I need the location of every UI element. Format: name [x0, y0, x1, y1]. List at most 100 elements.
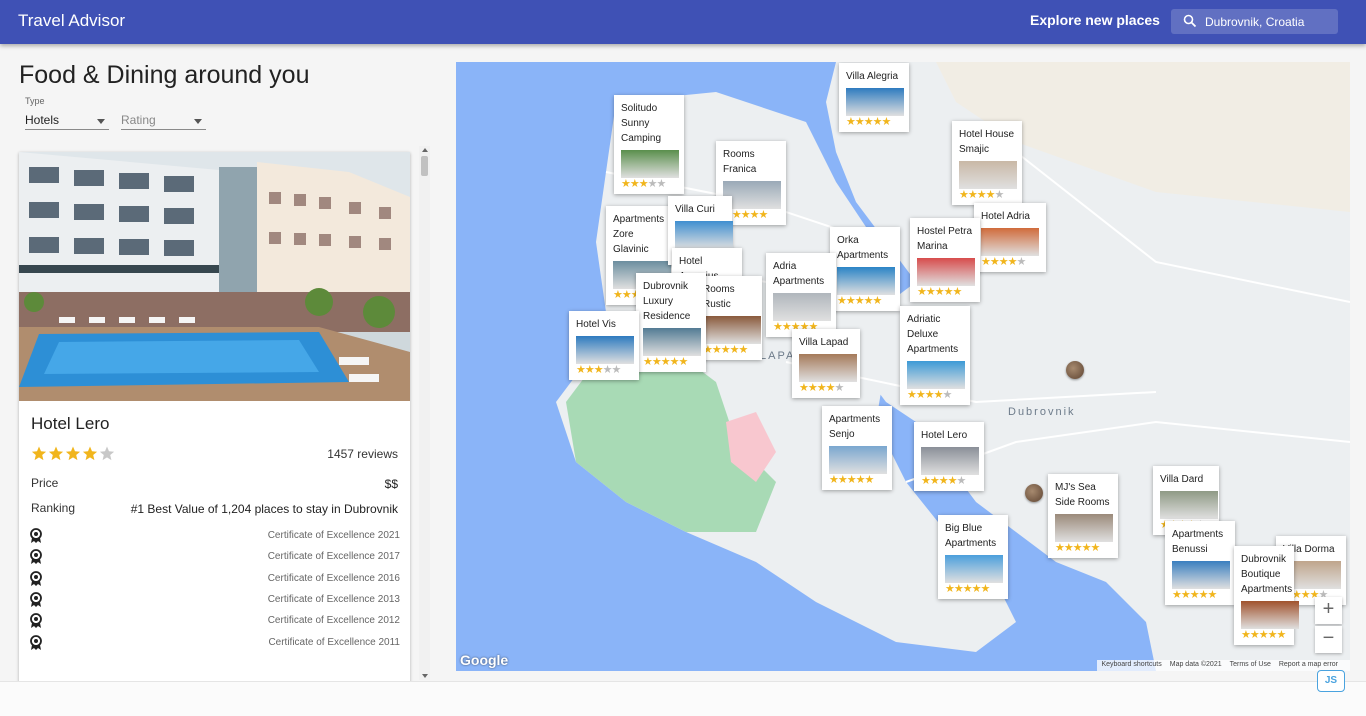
zoom-in-button[interactable]: + [1315, 597, 1342, 624]
certificate-row: Certificate of Excellence 2016 [29, 570, 400, 587]
certificate-label: Certificate of Excellence 2012 [267, 615, 400, 627]
marker-rating: ★★★★★ [829, 474, 874, 486]
search-box[interactable] [1171, 9, 1338, 34]
location-pin-icon[interactable] [1025, 484, 1043, 502]
map-marker-card[interactable]: Big Blue Apartments ★★★★★ [938, 515, 1008, 599]
bottom-bar [0, 681, 1366, 716]
marker-name: Adriatic Deluxe Apartments [907, 314, 959, 355]
marker-rating: ★★★★★ [576, 364, 621, 376]
attribution-link[interactable]: Keyboard shortcuts [1101, 661, 1161, 668]
map-marker-card[interactable]: Solitudo Sunny Camping ★★★★★ [614, 95, 684, 194]
marker-rating: ★★★★★ [643, 356, 688, 368]
marker-name: Dubrovnik Luxury Residence [643, 281, 691, 322]
page-title: Food & Dining around you [19, 61, 310, 89]
chevron-down-icon [97, 119, 105, 124]
map-marker-card[interactable]: Villa Lapad ★★★★★ [792, 329, 860, 398]
marker-photo [799, 354, 857, 382]
map-marker-card[interactable]: Orka Apartments ★★★★★ [830, 227, 900, 311]
marker-rating: ★★★★★ [846, 116, 891, 128]
marker-rating: ★★★★★ [1172, 589, 1217, 601]
marker-name: Apartments Senjo [829, 414, 881, 440]
marker-photo [1055, 514, 1113, 542]
map-marker-card[interactable]: Adria Apartments ★★★★★ [766, 253, 836, 337]
certificate-label: Certificate of Excellence 2011 [268, 636, 400, 648]
marker-name: Villa Lapad [799, 337, 849, 348]
marker-photo [1241, 601, 1299, 629]
location-pin-icon[interactable] [1066, 361, 1084, 379]
marker-photo [576, 336, 634, 364]
marker-name: Villa Alegria [846, 71, 899, 82]
js-mastery-logo: JS [1317, 670, 1345, 692]
type-select-label: Type [25, 96, 45, 106]
google-logo: Google [460, 652, 509, 668]
certificate-label: Certificate of Excellence 2017 [267, 551, 400, 563]
marker-name: MJ's Sea Side Rooms [1055, 482, 1110, 508]
price-label: Price [31, 476, 59, 490]
map-marker-card[interactable]: Hotel Lero ★★★★★ [914, 422, 984, 491]
marker-name: Dubrovnik Boutique Apartments [1241, 554, 1293, 595]
award-icon [30, 634, 42, 650]
attribution-link[interactable]: Map data ©2021 [1170, 661, 1222, 668]
scrollbar-thumb[interactable] [421, 156, 428, 176]
star-icon [65, 446, 81, 461]
award-icon [30, 570, 42, 586]
attribution-link[interactable]: Report a map error [1279, 661, 1338, 668]
place-photo [19, 152, 410, 401]
star-icon [48, 446, 64, 461]
map-marker-card[interactable]: Hotel Adria ★★★★★ [974, 203, 1046, 272]
marker-photo [675, 221, 733, 249]
search-input[interactable] [1205, 13, 1333, 31]
map-marker-card[interactable]: Dubrovnik Boutique Apartments ★★★★★ [1234, 546, 1299, 645]
map-marker-card[interactable]: Villa Alegria ★★★★★ [839, 63, 909, 132]
rating-select[interactable]: Rating [121, 110, 206, 130]
place-card[interactable]: Hotel Lero 1457 reviews Price $$ Ranking… [19, 152, 410, 682]
certificate-row: Certificate of Excellence 2011 [29, 634, 400, 651]
certificate-row: Certificate of Excellence 2021 [29, 528, 400, 544]
marker-rating: ★★★★★ [799, 382, 844, 394]
scroll-down-icon[interactable] [422, 674, 428, 678]
certificate-row: Certificate of Excellence 2013 [29, 591, 400, 608]
marker-rating: ★★★★★ [1241, 629, 1286, 641]
marker-name: Rooms Rustic [703, 284, 735, 310]
app-title: Travel Advisor [18, 11, 126, 30]
marker-rating: ★★★★★ [837, 295, 882, 307]
scroll-up-icon[interactable] [422, 148, 428, 152]
marker-photo [907, 361, 965, 389]
map-marker-card[interactable]: Dubrovnik Luxury Residence ★★★★★ [636, 273, 706, 372]
marker-photo [921, 447, 979, 475]
type-select-value: Hotels [25, 113, 60, 127]
award-icon [30, 549, 42, 565]
marker-name: Villa Curi [675, 204, 715, 215]
map-marker-card[interactable]: MJ's Sea Side Rooms ★★★★★ [1048, 474, 1118, 558]
marker-name: Villa Dard [1160, 474, 1204, 485]
map-marker-card[interactable]: Hotel House Smajic ★★★★★ [952, 121, 1022, 205]
map-city-label: Dubrovnik [1008, 406, 1076, 418]
zoom-out-button[interactable]: − [1315, 626, 1342, 653]
attribution-link[interactable]: Terms of Use [1230, 661, 1271, 668]
certificate-row: Certificate of Excellence 2017 [29, 549, 400, 565]
place-rating [31, 446, 115, 467]
marker-photo [1172, 561, 1230, 589]
map-attribution: Keyboard shortcuts Map data ©2021 Terms of… [1097, 660, 1350, 671]
star-icon [82, 446, 98, 461]
map[interactable]: Dubrovnik LAPAD Villa Alegria ★★★★★ Solitu… [456, 62, 1350, 671]
map-marker-card[interactable]: Adriatic Deluxe Apartments ★★★★★ [900, 306, 970, 405]
marker-name: Solitudo Sunny Camping [621, 103, 662, 144]
marker-rating: ★★★★★ [1055, 542, 1100, 554]
marker-rating: ★★★★★ [917, 286, 962, 298]
marker-photo [703, 316, 761, 344]
marker-name: Hotel Adria [981, 211, 1030, 222]
marker-rating: ★★★★★ [921, 475, 966, 487]
search-icon [1183, 14, 1197, 28]
map-marker-card[interactable]: Hostel Petra Marina ★★★★★ [910, 218, 980, 302]
type-select[interactable]: Hotels [25, 110, 109, 130]
map-marker-card[interactable]: Hotel Vis ★★★★★ [569, 311, 639, 380]
map-marker-card[interactable]: Apartments Benussi ★★★★★ [1165, 521, 1235, 605]
app-bar: Travel Advisor Explore new places [0, 0, 1366, 44]
map-marker-card[interactable]: Apartments Senjo ★★★★★ [822, 406, 892, 490]
marker-photo [621, 150, 679, 178]
star-icon [99, 446, 115, 461]
award-icon [30, 528, 42, 543]
award-icon [30, 591, 42, 607]
list-scrollbar[interactable] [419, 146, 430, 680]
